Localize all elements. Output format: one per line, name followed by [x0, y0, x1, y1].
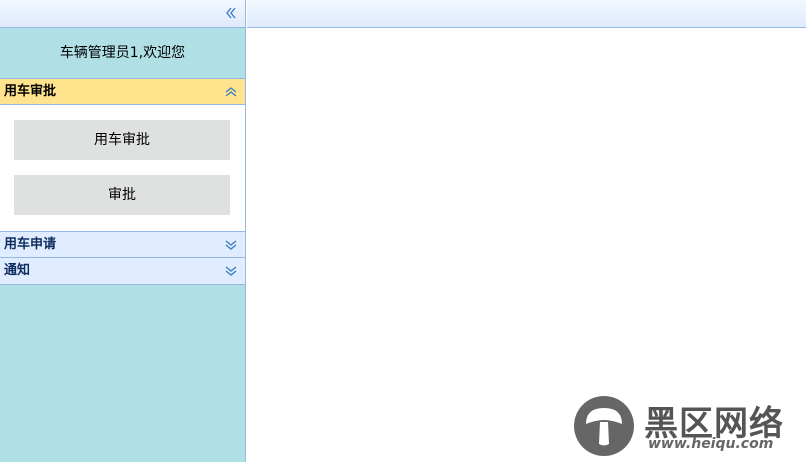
accordion-title: 用车审批	[4, 84, 57, 99]
accordion-body-vehicle-approval: 用车审批 审批	[0, 105, 245, 231]
accordion-header-notice[interactable]: 通知	[0, 258, 245, 285]
double-chevron-left-icon[interactable]	[223, 5, 239, 21]
accordion-header-vehicle-request[interactable]: 用车申请	[0, 231, 245, 258]
double-chevron-down-icon[interactable]	[223, 237, 239, 253]
welcome-message: 车辆管理员1,欢迎您	[59, 45, 186, 61]
mushroom-logo-icon	[574, 396, 634, 456]
menu-item-approve[interactable]: 审批	[14, 175, 230, 215]
accordion-header-vehicle-approval[interactable]: 用车审批	[0, 78, 245, 105]
watermark-url: www.heiqu.com	[648, 436, 774, 452]
sidebar-header	[0, 0, 245, 28]
accordion-title: 通知	[4, 263, 31, 278]
accordion-title: 用车申请	[4, 237, 57, 252]
sidebar: 车辆管理员1,欢迎您 用车审批 用车审批 审批 用车申请 通知	[0, 0, 246, 462]
main-panel-header	[247, 0, 806, 28]
site-watermark: 黑区网络 www.heiqu.com	[572, 394, 802, 458]
menu-item-vehicle-approval[interactable]: 用车审批	[14, 120, 230, 160]
double-chevron-down-icon[interactable]	[223, 263, 239, 279]
double-chevron-up-icon[interactable]	[223, 84, 239, 100]
